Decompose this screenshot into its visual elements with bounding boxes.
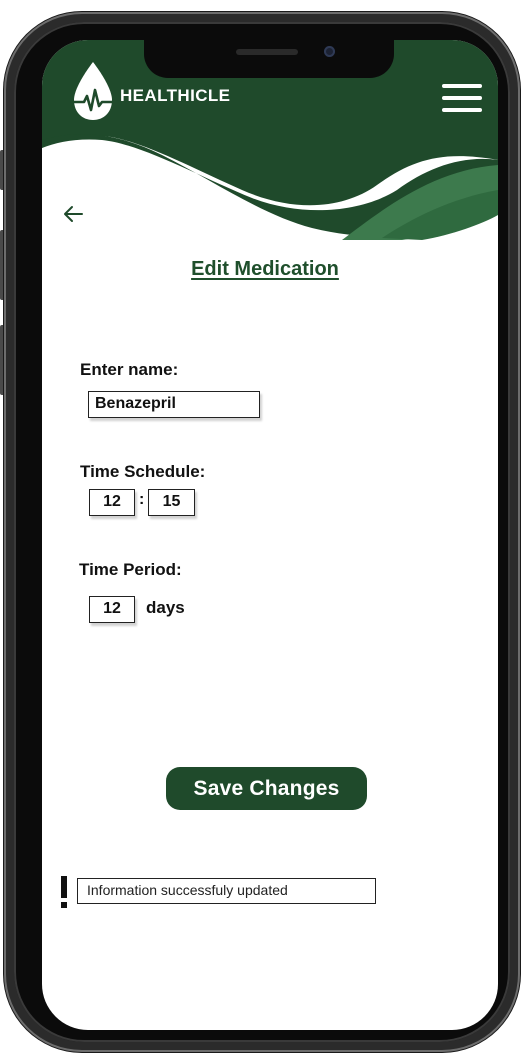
page-title: Edit Medication (191, 258, 339, 280)
schedule-hour-input[interactable]: 12 (89, 489, 135, 516)
medication-name-input[interactable]: Benazepril (88, 391, 260, 418)
heartbeat-drop-icon (72, 62, 114, 120)
menu-bar-middle (442, 96, 482, 100)
status-message: Information successfuly updated (77, 878, 376, 904)
time-period-label: Time Period: (79, 560, 182, 579)
menu-bar-bottom (442, 108, 482, 112)
menu-bar-top (442, 84, 482, 88)
hamburger-menu-icon[interactable] (442, 82, 482, 114)
period-days-input[interactable]: 12 (89, 596, 135, 623)
arrow-left-icon[interactable] (62, 202, 86, 226)
exclamation-icon (61, 876, 67, 908)
phone-notch (144, 40, 394, 78)
phone-screen: HEALTHICLE Edit Medication Enter name: B… (42, 40, 498, 1030)
schedule-minute-input[interactable]: 15 (148, 489, 195, 516)
front-camera (324, 46, 335, 57)
brand-name: HEALTHICLE (120, 86, 231, 105)
time-separator: : (139, 491, 145, 508)
save-changes-button[interactable]: Save Changes (166, 767, 367, 810)
page: HEALTHICLE Edit Medication Enter name: B… (0, 0, 524, 1054)
name-label: Enter name: (80, 360, 179, 379)
speaker-grille (236, 49, 298, 55)
time-schedule-label: Time Schedule: (80, 462, 206, 481)
period-unit-label: days (146, 598, 185, 617)
